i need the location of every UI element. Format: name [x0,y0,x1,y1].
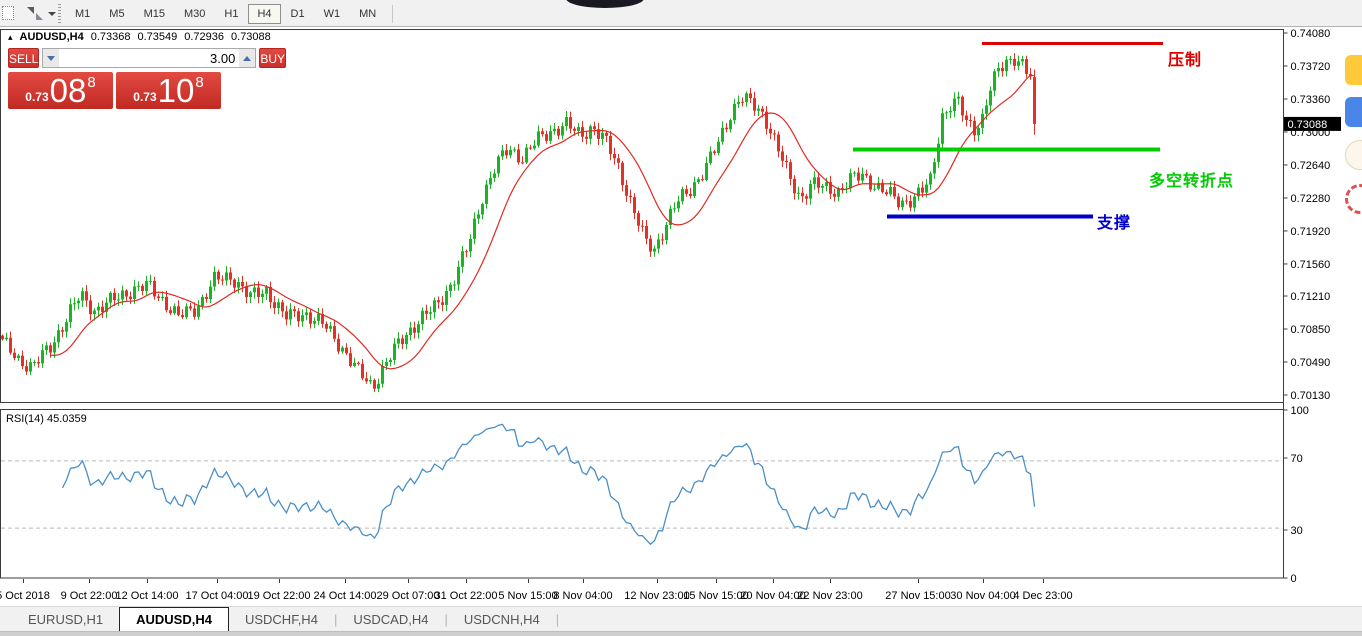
svg-text:4 Dec 23:00: 4 Dec 23:00 [1013,590,1072,602]
sell-price-panel[interactable]: 0.73 08 8 [8,72,113,109]
blue-app-icon[interactable] [1345,97,1362,127]
spinner-up-icon [243,56,251,61]
svg-text:29 Oct 07:00: 29 Oct 07:00 [377,590,440,602]
svg-text:0: 0 [1291,573,1297,585]
one-click-trade-panel: SELL BUY 0.73 08 8 0.73 10 8 [8,48,221,109]
svg-text:0.72280: 0.72280 [1291,193,1331,205]
svg-text:12 Oct 14:00: 12 Oct 14:00 [116,590,179,602]
svg-text:0.70490: 0.70490 [1291,357,1331,369]
svg-text:31 Oct 22:00: 31 Oct 22:00 [435,590,498,602]
sell-price-big: 08 [50,74,87,107]
svg-text:0.73720: 0.73720 [1291,61,1331,73]
buy-price-sup: 8 [195,74,203,91]
annotation-label-turning-point[interactable]: 多空转折点 [1149,167,1234,191]
svg-text:9 Oct 22:00: 9 Oct 22:00 [61,590,118,602]
svg-text:15 Nov 15:00: 15 Nov 15:00 [683,590,748,602]
quote-symbol: AUDUSD,H4 [20,31,84,43]
collapse-quote-icon[interactable]: ▴ [8,32,13,42]
buy-price-prefix: 0.73 [133,90,156,104]
svg-text:0.74080: 0.74080 [1291,28,1331,40]
svg-text:0.70130: 0.70130 [1291,390,1331,402]
volume-input[interactable] [59,49,239,67]
svg-text:24 Oct 14:00: 24 Oct 14:00 [314,590,377,602]
svg-text:0.73360: 0.73360 [1291,94,1331,106]
tab-usdcnh-h4[interactable]: USDCNH,H4 [448,608,556,631]
annotation-label-resistance[interactable]: 压制 [1168,46,1202,70]
spinner-down-icon [47,56,55,61]
svg-text:0.72640: 0.72640 [1291,160,1331,172]
quote-open: 0.73368 [91,31,131,43]
svg-text:0.73088: 0.73088 [1288,119,1328,131]
svg-text:22 Nov 23:00: 22 Nov 23:00 [797,590,862,602]
svg-text:20 Nov 04:00: 20 Nov 04:00 [740,590,805,602]
svg-text:30: 30 [1291,525,1303,537]
svg-text:19 Oct 22:00: 19 Oct 22:00 [248,590,311,602]
svg-text:0.71560: 0.71560 [1291,259,1331,271]
svg-text:17 Oct 04:00: 17 Oct 04:00 [186,590,249,602]
tab-separator: | [556,607,559,631]
svg-text:5 Oct 2018: 5 Oct 2018 [0,590,50,602]
svg-text:5 Nov 15:00: 5 Nov 15:00 [498,590,557,602]
rsi-plot-frame [1,410,1284,579]
svg-text:0.71210: 0.71210 [1291,291,1331,303]
annotation-label-support[interactable]: 支撑 [1097,209,1131,233]
volume-increase-button[interactable] [239,49,255,67]
svg-text:30 Nov 04:00: 30 Nov 04:00 [950,590,1015,602]
tab-audusd-h4[interactable]: AUDUSD,H4 [119,607,229,631]
sell-price-sup: 8 [87,74,95,91]
rsi-axis[interactable]: 100 70 30 0 [1284,405,1309,585]
buy-price-big: 10 [158,74,195,107]
tab-usdchf-h4[interactable]: USDCHF,H4 [229,608,334,631]
svg-text:8 Nov 04:00: 8 Nov 04:00 [553,590,612,602]
svg-text:27 Nov 15:00: 27 Nov 15:00 [885,590,950,602]
svg-text:0.71920: 0.71920 [1291,226,1331,238]
buy-button[interactable]: BUY [259,48,286,68]
time-axis[interactable]: 5 Oct 2018 9 Oct 22:0012 Oct 14:00 17 Oct … [0,579,1073,602]
quote-close: 0.73088 [231,31,271,43]
chart-tabbar: EURUSD,H1AUDUSD,H4USDCHF,H4|USDCAD,H4|US… [0,606,1362,631]
buy-price-panel[interactable]: 0.73 10 8 [116,72,221,109]
svg-text:70: 70 [1291,453,1303,465]
rsi-indicator-label: RSI(14) 45.0359 [6,413,87,425]
tab-usdcad-h4[interactable]: USDCAD,H4 [337,608,444,631]
quote-low: 0.72936 [184,31,224,43]
svg-text:12 Nov 23:00: 12 Nov 23:00 [624,590,689,602]
price-axis[interactable]: 0.740800.737200.733600.730000.726400.722… [1284,28,1331,402]
yellow-app-icon[interactable] [1345,55,1362,85]
svg-text:100: 100 [1291,405,1309,417]
tab-eurusd-h1[interactable]: EURUSD,H1 [12,608,119,631]
quote-high: 0.73549 [137,31,177,43]
volume-decrease-button[interactable] [43,49,59,67]
svg-text:0.70850: 0.70850 [1291,324,1331,336]
sell-price-prefix: 0.73 [25,90,48,104]
sell-button[interactable]: SELL [8,48,39,68]
quote-bar: ▴ AUDUSD,H4 0.73368 0.73549 0.72936 0.73… [8,31,271,43]
mt4-window: M1M5M15M30H1H4D1W1MN 0.740800.737200.733… [0,0,1362,636]
status-strip [0,631,1362,636]
